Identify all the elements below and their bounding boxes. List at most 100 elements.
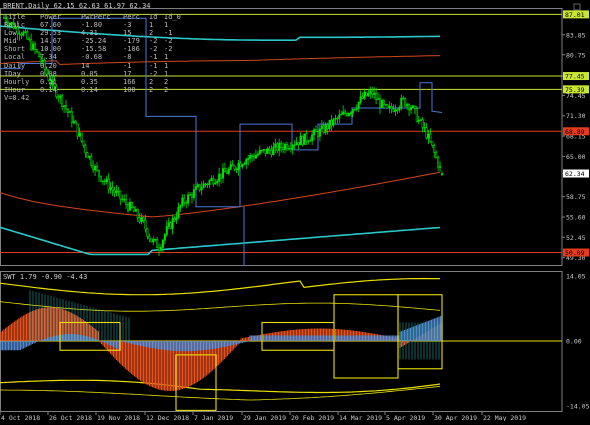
- info-cell: 15: [123, 29, 132, 38]
- date-tick-label: 7 Jan 2019: [194, 414, 233, 421]
- info-cell: -2: [164, 37, 173, 46]
- candle-body: [363, 91, 366, 99]
- candle-body: [227, 168, 230, 174]
- info-cell: 2: [149, 77, 154, 86]
- candle-body: [330, 119, 333, 126]
- info-cell: -1: [149, 61, 158, 70]
- info-cell: -179: [123, 37, 140, 46]
- date-tick-label: 26 Oct 2018: [49, 414, 92, 421]
- info-cell: -2: [164, 45, 173, 54]
- candle-body: [315, 129, 318, 133]
- info-cell: Id_0: [164, 13, 181, 21]
- candle-body: [161, 239, 164, 248]
- info-cell: 2: [149, 85, 154, 94]
- candle-body: [326, 124, 329, 130]
- candle-body: [301, 136, 304, 145]
- candle-body: [80, 132, 83, 142]
- candle-body: [355, 107, 358, 110]
- info-cell: -2: [149, 69, 158, 78]
- candle-body: [159, 247, 162, 251]
- candle-body: [223, 168, 226, 173]
- candle-body: [183, 197, 186, 204]
- info-cell: PwrPerc: [81, 13, 111, 21]
- candle-body: [206, 183, 209, 186]
- candle-body: [406, 104, 409, 107]
- info-cell: Title: [4, 13, 26, 21]
- candle-body: [86, 152, 89, 158]
- price-level-badge-label: 77.45: [565, 73, 585, 81]
- candle-body: [214, 182, 217, 185]
- candle-body: [299, 136, 302, 145]
- info-cell: 1: [149, 21, 154, 30]
- candle-body: [392, 108, 395, 112]
- candle-body: [311, 134, 314, 141]
- info-cell: Power: [40, 13, 62, 21]
- price-tick-label: 71.30: [566, 112, 586, 120]
- candle-body: [128, 202, 131, 211]
- candle-body: [270, 150, 273, 156]
- candle-body: [258, 149, 261, 155]
- candle-body: [334, 117, 337, 120]
- candle-body: [309, 140, 312, 142]
- info-cell: 100: [123, 85, 136, 94]
- candle-body: [216, 180, 219, 184]
- osc-lower-envelope: [0, 379, 441, 394]
- candle-body: [96, 165, 99, 171]
- info-cell: 2: [164, 77, 169, 86]
- candle-body: [156, 238, 159, 249]
- candle-body: [70, 111, 73, 124]
- price-level-badge-label: 50.09: [565, 249, 585, 257]
- candle-body: [415, 108, 418, 122]
- info-cell: IDay: [4, 69, 21, 78]
- candle-body: [210, 178, 213, 181]
- candle-body: [307, 140, 310, 143]
- candle-body: [303, 133, 306, 145]
- candle-body: [324, 124, 327, 133]
- info-cell: 10.00: [40, 45, 62, 54]
- scale-fix-icon[interactable]: [573, 3, 581, 11]
- candle-body: [264, 149, 267, 154]
- candle-body: [208, 180, 211, 185]
- candle-body: [402, 97, 405, 100]
- candle-body: [373, 92, 376, 95]
- candle-body: [218, 173, 221, 182]
- date-tick-label: 29 Jan 2019: [243, 414, 286, 421]
- candle-body: [198, 184, 201, 191]
- info-cell: 0.20: [40, 61, 57, 70]
- candle-body: [439, 166, 442, 168]
- info-cell: 29.53: [40, 29, 62, 38]
- candle-body: [78, 132, 81, 137]
- info-cell: Id: [149, 13, 158, 21]
- candle-body: [338, 114, 341, 119]
- candle-body: [284, 144, 287, 150]
- info-cell: -106: [123, 45, 140, 54]
- candle-body: [413, 105, 416, 109]
- candle-body: [169, 222, 172, 229]
- info-cell: IHour: [4, 85, 26, 94]
- candle-body: [105, 178, 108, 182]
- info-cell: 0.35: [81, 77, 98, 86]
- info-cell: -1: [123, 61, 132, 70]
- candle-body: [144, 220, 147, 230]
- info-row: Low 29.53 4.31 15 2 -1: [4, 29, 180, 37]
- candle-body: [196, 184, 199, 187]
- info-row: Hourly 0.21 0.35 166 2 2: [4, 78, 180, 86]
- candle-body: [357, 101, 360, 109]
- info-cell: 4.31: [81, 29, 98, 38]
- osc-lower-outer-envelope: [0, 385, 441, 401]
- date-tick-label: 30 Apr 2019: [434, 414, 477, 421]
- candle-body: [268, 148, 271, 151]
- candle-body: [285, 144, 288, 150]
- candle-body: [295, 142, 298, 146]
- info-cell: -3: [123, 21, 132, 30]
- info-row: IDay 0.08 0.05 17 -2 1: [4, 70, 180, 78]
- candle-body: [411, 105, 414, 108]
- candle-body: [318, 128, 321, 137]
- info-cell: 0.05: [81, 69, 98, 78]
- candle-body: [380, 100, 383, 108]
- candle-body: [427, 133, 430, 139]
- candle-body: [437, 157, 440, 168]
- candle-body: [390, 106, 393, 110]
- candle-body: [278, 142, 281, 152]
- candle-body: [220, 173, 223, 179]
